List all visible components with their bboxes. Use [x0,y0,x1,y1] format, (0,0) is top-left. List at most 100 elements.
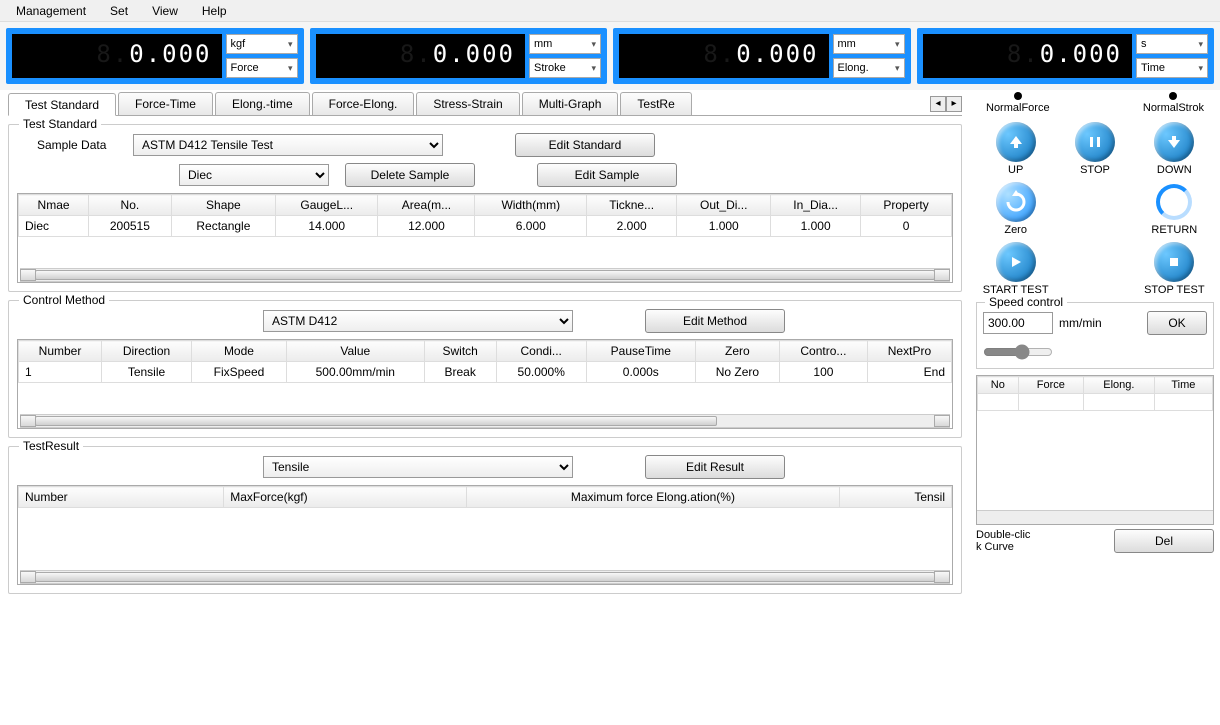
unit-elong-combo[interactable]: mm [833,34,905,54]
main-tabs: Test Standard Force-Time Elong.-time For… [8,92,962,116]
mcol-number[interactable]: Number [19,341,102,362]
menu-help[interactable]: Help [190,2,239,20]
tab-force-time[interactable]: Force-Time [118,92,213,115]
rcol-maxforce[interactable]: MaxForce(kgf) [224,487,467,508]
col-gauge[interactable]: GaugeL... [276,195,378,216]
mcol-zero[interactable]: Zero [695,341,779,362]
tab-scroll-left[interactable]: ◂ [930,96,946,112]
mcol-control[interactable]: Contro... [779,341,867,362]
sample-select[interactable]: Diec [179,164,329,186]
mcol-mode[interactable]: Mode [191,341,286,362]
rescol-force[interactable]: Force [1018,377,1083,394]
speed-ok-button[interactable]: OK [1147,311,1207,335]
tab-elong-time[interactable]: Elong.-time [215,92,310,115]
sample-table[interactable]: Nmae No. Shape GaugeL... Area(m... Width… [18,194,952,237]
var-elong-combo[interactable]: Elong. [833,58,905,78]
test-result-group: TestResult Tensile Edit Result Number Ma… [8,446,962,594]
unit-stroke-combo[interactable]: mm [529,34,601,54]
result-select[interactable]: Tensile [263,456,573,478]
delete-sample-button[interactable]: Delete Sample [345,163,475,187]
down-button[interactable] [1154,122,1194,162]
start-test-button[interactable] [996,242,1036,282]
del-button[interactable]: Del [1114,529,1214,553]
meter-stroke: 0.000 mm Stroke [310,28,608,84]
speed-slider[interactable] [983,341,1053,363]
method-select[interactable]: ASTM D412 [263,310,573,332]
var-stroke-combo[interactable]: Stroke [529,58,601,78]
sample-data-label: Sample Data [17,138,117,152]
edit-result-button[interactable]: Edit Result [645,455,785,479]
status-indicators: NormalForce NormalStrok [976,90,1214,122]
sample-hscroll[interactable] [20,268,950,282]
rcol-maxelong[interactable]: Maximum force Elong.ation(%) [466,487,839,508]
normal-stroke-label: NormalStrok [1143,102,1204,114]
test-standard-legend: Test Standard [19,117,101,131]
stop-button[interactable] [1075,122,1115,162]
col-thick[interactable]: Tickne... [587,195,677,216]
mcol-switch[interactable]: Switch [424,341,496,362]
return-button[interactable] [1154,182,1194,222]
zero-button[interactable] [996,182,1036,222]
col-shape[interactable]: Shape [171,195,275,216]
mcol-next[interactable]: NextPro [867,341,951,362]
col-name[interactable]: Nmae [19,195,89,216]
control-method-legend: Control Method [19,293,109,307]
col-no[interactable]: No. [89,195,172,216]
lcd-stroke: 0.000 [316,34,526,78]
stop-test-button[interactable] [1154,242,1194,282]
col-property[interactable]: Property [861,195,952,216]
table-row[interactable]: Diec 200515 Rectangle 14.000 12.000 6.00… [19,216,952,237]
mcol-cond[interactable]: Condi... [496,341,586,362]
result-table[interactable]: Number MaxForce(kgf) Maximum force Elong… [18,486,952,558]
var-force-combo[interactable]: Force [226,58,298,78]
menu-set[interactable]: Set [98,2,140,20]
col-india[interactable]: In_Dia... [771,195,861,216]
lcd-force: 0.000 [12,34,222,78]
tab-stress-strain[interactable]: Stress-Strain [416,92,519,115]
lcd-elong: 0.000 [619,34,829,78]
method-table[interactable]: Number Direction Mode Value Switch Condi… [18,340,952,383]
rcol-number[interactable]: Number [19,487,224,508]
unit-time-combo[interactable]: s [1136,34,1208,54]
method-table-wrap: Number Direction Mode Value Switch Condi… [17,339,953,429]
mcol-pause[interactable]: PauseTime [586,341,695,362]
tab-scroll: ◂ ▸ [930,92,962,115]
result-hscroll[interactable] [20,570,950,584]
results-hscroll[interactable] [977,510,1213,524]
mcol-value[interactable]: Value [286,341,424,362]
normal-force-label: NormalForce [986,102,1050,114]
method-hscroll[interactable] [20,414,950,428]
edit-standard-button[interactable]: Edit Standard [515,133,655,157]
table-row[interactable]: 1 Tensile FixSpeed 500.00mm/min Break 50… [19,362,952,383]
table-row[interactable] [19,508,952,558]
edit-method-button[interactable]: Edit Method [645,309,785,333]
menu-view[interactable]: View [140,2,190,20]
rescol-time[interactable]: Time [1154,377,1212,394]
tab-test-standard[interactable]: Test Standard [8,93,116,116]
col-outdia[interactable]: Out_Di... [677,195,771,216]
tab-scroll-right[interactable]: ▸ [946,96,962,112]
menu-management[interactable]: Management [4,2,98,20]
down-label: DOWN [1157,164,1192,176]
zero-label: Zero [1004,224,1027,236]
col-area[interactable]: Area(m... [378,195,475,216]
edit-sample-button[interactable]: Edit Sample [537,163,677,187]
unit-force-combo[interactable]: kgf [226,34,298,54]
return-label: RETURN [1151,224,1197,236]
tab-force-elong[interactable]: Force-Elong. [312,92,415,115]
up-label: UP [1008,164,1023,176]
mcol-direction[interactable]: Direction [102,341,192,362]
var-time-combo[interactable]: Time [1136,58,1208,78]
up-button[interactable] [996,122,1036,162]
tab-test-result[interactable]: TestRe [620,92,691,115]
results-grid[interactable]: No Force Elong. Time [976,375,1214,525]
tab-multi-graph[interactable]: Multi-Graph [522,92,619,115]
rescol-elong[interactable]: Elong. [1083,377,1154,394]
rcol-tensile[interactable]: Tensil [840,487,952,508]
test-standard-group: Test Standard Sample Data ASTM D412 Tens… [8,124,962,292]
speed-input[interactable] [983,312,1053,334]
col-width[interactable]: Width(mm) [475,195,587,216]
rescol-no[interactable]: No [978,377,1019,394]
standard-select[interactable]: ASTM D412 Tensile Test [133,134,443,156]
meter-time: 0.000 s Time [917,28,1215,84]
